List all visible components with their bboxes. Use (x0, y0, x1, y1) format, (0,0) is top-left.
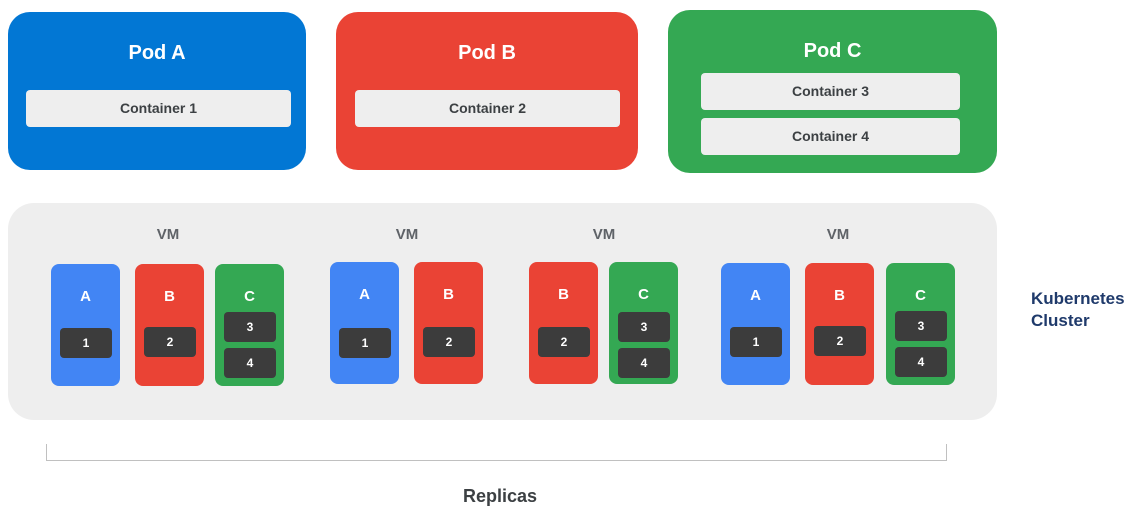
vm1-pod-a: A 1 (51, 264, 120, 386)
vm-label-3: VM (592, 226, 616, 243)
vm4-pod-c-letter: C (915, 287, 926, 304)
vm1-pod-a-container-1: 1 (60, 328, 112, 358)
vm2-pod-a-container-1: 1 (339, 328, 391, 358)
replicas-label: Replicas (462, 486, 538, 506)
pod-a: Pod A Container 1 (8, 12, 306, 170)
vm1-pod-b-container-2: 2 (144, 327, 196, 357)
vm1-pod-c-container-3: 3 (224, 312, 276, 342)
pod-b: Pod B Container 2 (336, 12, 638, 170)
vm2-pod-b-container-2: 2 (423, 327, 475, 357)
pod-c-container-4: Container 4 (701, 118, 960, 155)
vm4-pod-a-container-1: 1 (730, 327, 782, 357)
vm4-pod-c-container-3: 3 (895, 311, 947, 341)
vm1-pod-b: B 2 (135, 264, 204, 386)
vm2-pod-b-letter: B (443, 286, 454, 303)
vm4-pod-b: B 2 (805, 263, 874, 385)
pod-b-container-2: Container 2 (355, 90, 620, 127)
vm1-pod-c-container-4: 4 (224, 348, 276, 378)
vm-label-4: VM (826, 226, 850, 243)
vm1-pod-c: C 3 4 (215, 264, 284, 386)
vm4-pod-b-container-2: 2 (814, 326, 866, 356)
vm3-pod-b: B 2 (529, 262, 598, 384)
kubernetes-cluster-label: Kubernetes Cluster (1031, 288, 1143, 332)
vm1-pod-c-letter: C (244, 288, 255, 305)
vm3-pod-c-letter: C (638, 286, 649, 303)
vm1-pod-a-letter: A (80, 288, 91, 305)
vm3-pod-c-container-3: 3 (618, 312, 670, 342)
pod-a-container-1: Container 1 (26, 90, 291, 127)
vm2-pod-a-letter: A (359, 286, 370, 303)
vm3-pod-c: C 3 4 (609, 262, 678, 384)
vm4-pod-c-container-4: 4 (895, 347, 947, 377)
pod-a-title: Pod A (128, 42, 186, 64)
cluster-label-line-1: Kubernetes (1031, 289, 1125, 308)
vm3-pod-b-letter: B (558, 286, 569, 303)
vm-label-2: VM (395, 226, 419, 243)
replicas-bracket (46, 444, 947, 461)
pod-b-title: Pod B (458, 42, 516, 64)
pod-c: Pod C Container 3 Container 4 (668, 10, 997, 173)
vm2-pod-a: A 1 (330, 262, 399, 384)
pod-c-title: Pod C (803, 40, 862, 62)
vm4-pod-b-letter: B (834, 287, 845, 304)
cluster-label-line-2: Cluster (1031, 311, 1090, 330)
pod-c-container-3: Container 3 (701, 73, 960, 110)
vm1-pod-b-letter: B (164, 288, 175, 305)
vm4-pod-a: A 1 (721, 263, 790, 385)
vm-label-1: VM (156, 226, 180, 243)
vm2-pod-b: B 2 (414, 262, 483, 384)
vm4-pod-a-letter: A (750, 287, 761, 304)
vm3-pod-b-container-2: 2 (538, 327, 590, 357)
vm3-pod-c-container-4: 4 (618, 348, 670, 378)
vm4-pod-c: C 3 4 (886, 263, 955, 385)
